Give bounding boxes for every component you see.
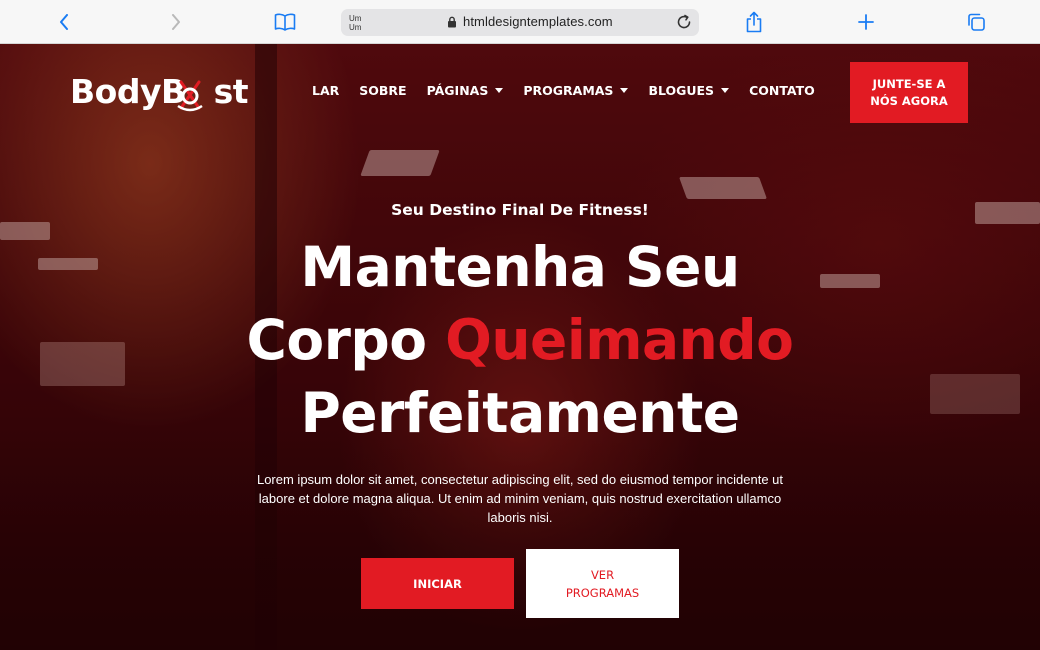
headline-line-1: Mantenha Seu (300, 235, 740, 299)
nav-item-paginas[interactable]: PÁGINAS (427, 83, 504, 98)
reader-mode-label[interactable]: Um Um (349, 14, 373, 32)
nav-label: BLOGUES (648, 83, 715, 98)
hero-description: Lorem ipsum dolor sit amet, consectetur … (256, 472, 784, 525)
chevron-down-icon (620, 88, 629, 93)
address-bar[interactable]: Um Um htmldesigntemplates.com (341, 9, 699, 36)
nav-label: LAR (312, 83, 340, 98)
headline-accent-word: Queimando (445, 308, 794, 372)
forward-icon[interactable] (166, 8, 186, 36)
view-programs-label: VER PROGRAMAS (565, 567, 640, 600)
nav-label: SOBRE (359, 83, 407, 98)
nav-label: CONTATO (749, 83, 815, 98)
site-logo[interactable]: BodyB st (70, 72, 249, 111)
url-text: htmldesigntemplates.com (463, 14, 613, 29)
hero-tagline: Seu Destino Final De Fitness! (391, 201, 649, 219)
lock-icon (447, 16, 457, 28)
start-button-label: INICIAR (413, 576, 462, 591)
bookmarks-icon[interactable] (273, 8, 297, 36)
nav-item-programas[interactable]: PROGRAMAS (523, 83, 629, 98)
logo-text-end: st (213, 72, 249, 111)
new-tab-icon[interactable] (855, 8, 877, 36)
join-now-label: JUNTE-SE A NÓS AGORA (870, 76, 948, 108)
headline-word: Corpo (246, 308, 427, 372)
tabs-icon[interactable] (965, 8, 987, 36)
nav-item-lar[interactable]: LAR (312, 83, 339, 98)
logo-text: BodyB (70, 72, 186, 111)
nav-item-blogues[interactable]: BLOGUES (648, 83, 730, 98)
nav-label: PÁGINAS (426, 83, 489, 98)
nav-item-contato[interactable]: CONTATO (749, 83, 815, 98)
dumbbell-icon (175, 78, 205, 116)
nav-item-sobre[interactable]: SOBRE (359, 83, 406, 98)
view-programs-button[interactable]: VER PROGRAMAS (526, 549, 679, 618)
chevron-down-icon (495, 88, 504, 93)
start-button[interactable]: INICIAR (361, 558, 514, 609)
headline-line-3: Perfeitamente (300, 381, 740, 445)
join-now-button[interactable]: JUNTE-SE A NÓS AGORA (850, 62, 968, 123)
back-icon[interactable] (54, 8, 74, 36)
hero-section: BodyB st LAR SOBRE PÁGINAS PROGRAMAS BLOG… (0, 44, 1040, 650)
reload-icon[interactable] (675, 13, 693, 31)
nav-label: PROGRAMAS (523, 83, 614, 98)
headline-line-2: Corpo Queimando (0, 304, 1040, 377)
main-nav: LAR SOBRE PÁGINAS PROGRAMAS BLOGUES CONT… (312, 83, 835, 98)
browser-toolbar: Um Um htmldesigntemplates.com (0, 0, 1040, 44)
chevron-down-icon (721, 88, 730, 93)
hero-headline: Mantenha Seu Corpo Queimando Perfeitamen… (0, 231, 1040, 450)
share-icon[interactable] (743, 8, 765, 36)
